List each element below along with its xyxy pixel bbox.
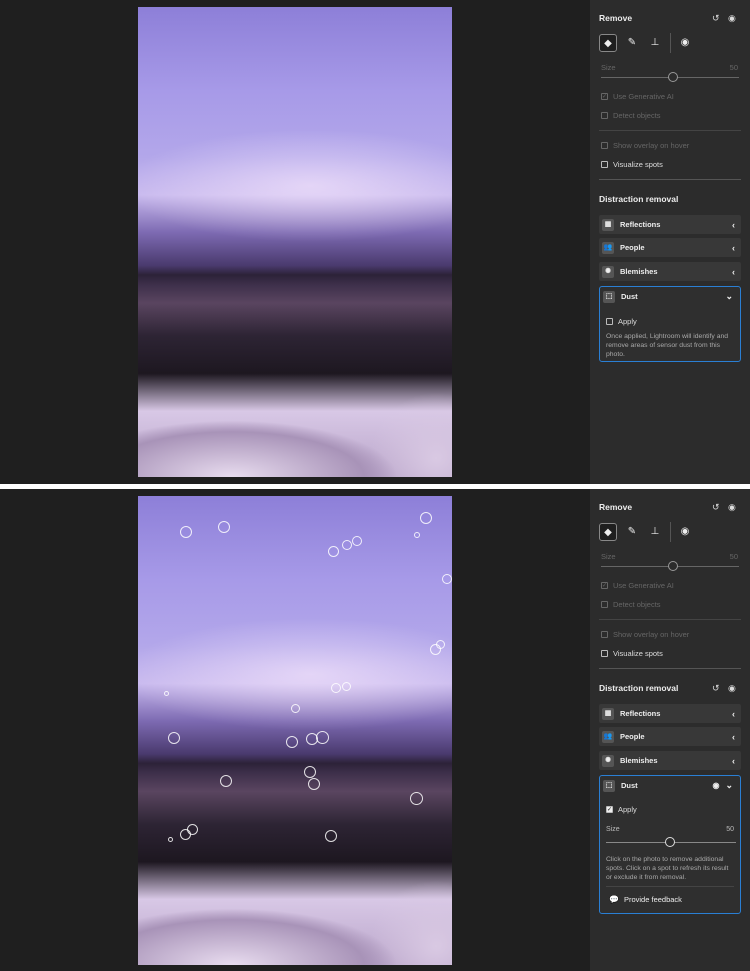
dust-spot[interactable] <box>414 532 420 538</box>
dust-spot[interactable] <box>342 540 352 550</box>
dust-icon: ⬚ <box>603 290 615 303</box>
dust-description: Once applied, Lightroom will identify an… <box>606 333 729 358</box>
people-section[interactable]: 👥 People ‹ <box>599 727 741 746</box>
brush-tool-button[interactable]: ✎ <box>623 523 641 541</box>
dust-spot[interactable] <box>316 731 329 744</box>
size-value: 50 <box>729 552 738 561</box>
blemishes-section[interactable]: ✺ Blemishes ‹ <box>599 262 741 281</box>
dust-spot[interactable] <box>286 736 298 748</box>
size-value: 50 <box>729 63 738 72</box>
size-slider-knob[interactable] <box>668 72 678 82</box>
reset-icon[interactable]: ↺ <box>712 683 720 694</box>
dust-apply-checkbox[interactable]: ✓ Apply <box>606 805 637 814</box>
visibility-toggle-button[interactable]: ◉ <box>676 34 694 52</box>
dust-section: ⬚ Dust ◉ ⌄ ✓ Apply Size 50 Click on the phot… <box>599 775 741 914</box>
reset-icon[interactable]: ↺ <box>712 13 720 24</box>
reflections-section[interactable]: ▦ Reflections ‹ <box>599 215 741 234</box>
chevron-down-icon: ⌄ <box>725 291 733 301</box>
dust-spot[interactable] <box>168 837 173 842</box>
clone-stamp-tool-button[interactable]: ⊥ <box>646 34 664 52</box>
eye-icon[interactable]: ◉ <box>728 683 736 694</box>
reflections-section[interactable]: ▦ Reflections ‹ <box>599 704 741 723</box>
brush-tool-button[interactable]: ✎ <box>623 34 641 52</box>
dust-spot[interactable] <box>291 704 300 713</box>
people-icon: 👥 <box>602 241 614 254</box>
dust-spot[interactable] <box>410 792 423 805</box>
remove-title: Remove <box>599 13 633 23</box>
eraser-tool-button[interactable]: ◆ <box>599 523 617 541</box>
visualize-spots-checkbox[interactable]: Visualize spots <box>601 160 663 169</box>
dust-apply-checkbox[interactable]: Apply <box>606 317 637 326</box>
dust-spot[interactable] <box>180 526 192 538</box>
visibility-toggle-button[interactable]: ◉ <box>676 523 694 541</box>
dust-description: Click on the photo to remove additional … <box>606 856 729 881</box>
chevron-left-icon: ‹ <box>732 708 735 719</box>
chevron-left-icon: ‹ <box>732 731 735 742</box>
dust-header[interactable]: ⬚ Dust ⌄ <box>600 287 739 306</box>
reflections-icon: ▦ <box>602 707 614 720</box>
dust-spot[interactable] <box>304 766 316 778</box>
feedback-icon: 💬 <box>609 895 619 904</box>
blemishes-icon: ✺ <box>602 265 614 278</box>
dust-spot[interactable] <box>331 683 341 693</box>
screenshot-before: Remove ↺ ◉ ◆ ✎ ⊥ ◉ Size 50 ✓ Use Generati… <box>0 0 750 484</box>
eye-icon[interactable]: ◉ <box>712 781 719 790</box>
dust-spot[interactable] <box>342 682 351 691</box>
use-generative-ai-checkbox[interactable]: ✓ Use Generative AI <box>601 92 674 101</box>
chevron-left-icon: ‹ <box>732 219 735 230</box>
photo-canvas[interactable] <box>138 496 452 965</box>
size-slider-knob[interactable] <box>668 561 678 571</box>
clone-stamp-tool-button[interactable]: ⊥ <box>646 523 664 541</box>
dust-spot[interactable] <box>164 691 169 696</box>
distraction-removal-title: Distraction removal <box>599 683 679 693</box>
chevron-down-icon: ⌄ <box>725 780 733 790</box>
detect-objects-checkbox[interactable]: Detect objects <box>601 111 661 120</box>
dust-header[interactable]: ⬚ Dust ◉ ⌄ <box>600 776 739 795</box>
dust-spot[interactable] <box>442 574 452 584</box>
edit-panel: Remove ↺ ◉ ◆ ✎ ⊥ ◉ Size 50 ✓ Use Generati… <box>590 0 750 484</box>
dust-spot[interactable] <box>218 521 230 533</box>
dust-spot[interactable] <box>436 640 445 649</box>
dust-size-value: 50 <box>726 826 734 833</box>
dust-size-label: Size <box>606 826 620 833</box>
size-label: Size <box>601 552 616 561</box>
screenshot-after: Remove ↺ ◉ ◆ ✎ ⊥ ◉ Size 50 ✓ Use Generati… <box>0 489 750 971</box>
remove-title: Remove <box>599 502 633 512</box>
chevron-left-icon: ‹ <box>732 266 735 277</box>
dust-spot[interactable] <box>168 732 180 744</box>
dust-spot[interactable] <box>328 546 339 557</box>
provide-feedback-button[interactable]: 💬 Provide feedback <box>609 895 682 904</box>
use-generative-ai-checkbox[interactable]: ✓ Use Generative AI <box>601 581 674 590</box>
detect-objects-checkbox[interactable]: Detect objects <box>601 600 661 609</box>
reset-icon[interactable]: ↺ <box>712 502 720 513</box>
dust-section: ⬚ Dust ⌄ Apply Once applied, Lightroom wil… <box>599 286 741 362</box>
chevron-left-icon: ‹ <box>732 242 735 253</box>
dust-spot[interactable] <box>352 536 362 546</box>
eye-icon[interactable]: ◉ <box>728 502 736 513</box>
visualize-spots-checkbox[interactable]: Visualize spots <box>601 649 663 658</box>
people-section[interactable]: 👥 People ‹ <box>599 238 741 257</box>
dust-icon: ⬚ <box>603 779 615 792</box>
photo-canvas[interactable] <box>138 7 452 477</box>
dust-spot[interactable] <box>325 830 337 842</box>
dust-spot[interactable] <box>308 778 320 790</box>
eraser-tool-button[interactable]: ◆ <box>599 34 617 52</box>
eye-icon[interactable]: ◉ <box>728 13 736 24</box>
dust-size-slider-knob[interactable] <box>665 837 675 847</box>
dust-spot[interactable] <box>220 775 232 787</box>
show-overlay-checkbox[interactable]: Show overlay on hover <box>601 630 689 639</box>
show-overlay-checkbox[interactable]: Show overlay on hover <box>601 141 689 150</box>
dust-spot[interactable] <box>420 512 432 524</box>
distraction-removal-title: Distraction removal <box>599 194 679 204</box>
size-label: Size <box>601 63 616 72</box>
people-icon: 👥 <box>602 730 614 743</box>
edit-panel: Remove ↺ ◉ ◆ ✎ ⊥ ◉ Size 50 ✓ Use Generati… <box>590 489 750 971</box>
reflections-icon: ▦ <box>602 218 614 231</box>
chevron-left-icon: ‹ <box>732 755 735 766</box>
dust-spot[interactable] <box>187 824 198 835</box>
blemishes-icon: ✺ <box>602 754 614 767</box>
blemishes-section[interactable]: ✺ Blemishes ‹ <box>599 751 741 770</box>
